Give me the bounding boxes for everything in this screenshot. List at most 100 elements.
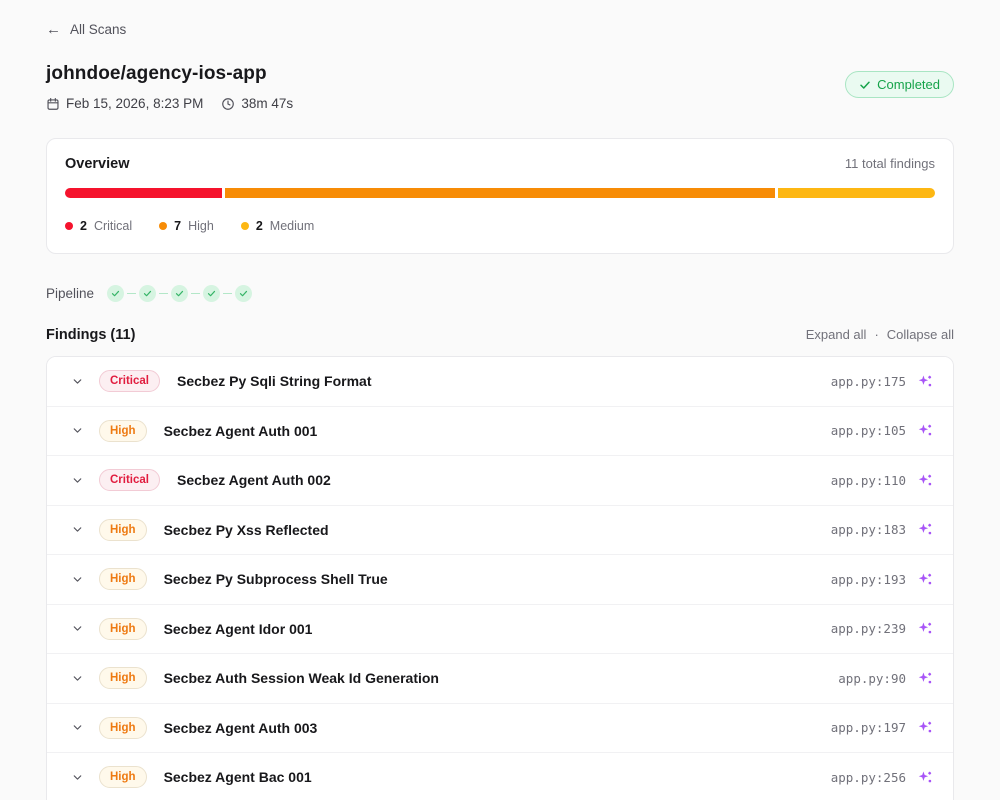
ai-sparkle-icon[interactable]: [918, 572, 933, 587]
critical-dot-icon: [65, 222, 73, 230]
severity-badge: High: [99, 420, 147, 442]
finding-title: Secbez Agent Bac 001: [164, 769, 831, 785]
high-count: 7: [174, 219, 181, 233]
pipeline-step-check-icon: [139, 285, 156, 302]
pipeline-connector: [191, 293, 200, 294]
severity-badge: High: [99, 766, 147, 788]
finding-location: app.py:90: [838, 671, 906, 686]
severity-bar-segment-high: [225, 188, 775, 198]
high-dot-icon: [159, 222, 167, 230]
page-title: johndoe/agency-ios-app: [46, 63, 293, 85]
chevron-down-icon[interactable]: [71, 523, 84, 536]
severity-legend: 2 Critical 7 High 2 Medium: [65, 219, 935, 233]
findings-list: Critical Secbez Py Sqli String Format ap…: [46, 356, 954, 800]
finding-location: app.py:175: [831, 374, 906, 389]
chevron-down-icon[interactable]: [71, 771, 84, 784]
chevron-down-icon[interactable]: [71, 573, 84, 586]
finding-location: app.py:197: [831, 720, 906, 735]
ai-sparkle-icon[interactable]: [918, 473, 933, 488]
severity-badge: High: [99, 618, 147, 640]
pipeline-row: Pipeline: [46, 285, 954, 302]
finding-location: app.py:193: [831, 572, 906, 587]
high-label: High: [188, 219, 214, 233]
total-findings-label: 11 total findings: [845, 156, 935, 171]
findings-actions: Expand all · Collapse all: [806, 327, 954, 342]
ai-sparkle-icon[interactable]: [918, 522, 933, 537]
scan-duration: 38m 47s: [221, 96, 293, 111]
chevron-down-icon[interactable]: [71, 474, 84, 487]
severity-bar-segment-medium: [778, 188, 935, 198]
ai-sparkle-icon[interactable]: [918, 423, 933, 438]
pipeline-step-check-icon: [171, 285, 188, 302]
scan-header: johndoe/agency-ios-app Feb 15, 2026, 8:2…: [46, 63, 954, 111]
finding-title: Secbez Py Xss Reflected: [164, 522, 831, 538]
critical-count: 2: [80, 219, 87, 233]
scan-meta: Feb 15, 2026, 8:23 PM 38m 47s: [46, 96, 293, 111]
finding-location: app.py:256: [831, 770, 906, 785]
ai-sparkle-icon[interactable]: [918, 770, 933, 785]
overview-title: Overview: [65, 156, 130, 172]
overview-card: Overview 11 total findings 2 Critical 7 …: [46, 138, 954, 254]
overview-header: Overview 11 total findings: [65, 156, 935, 172]
ai-sparkle-icon[interactable]: [918, 720, 933, 735]
finding-location: app.py:239: [831, 621, 906, 636]
pipeline-step-check-icon: [235, 285, 252, 302]
pipeline-connector: [159, 293, 168, 294]
pipeline-step-check-icon: [203, 285, 220, 302]
finding-row[interactable]: High Secbez Agent Bac 001 app.py:256: [47, 753, 953, 800]
findings-title: Findings (11): [46, 327, 135, 343]
finding-location: app.py:183: [831, 522, 906, 537]
legend-item-critical: 2 Critical: [65, 219, 132, 233]
pipeline-steps: [107, 285, 252, 302]
critical-label: Critical: [94, 219, 132, 233]
chevron-down-icon[interactable]: [71, 424, 84, 437]
finding-row[interactable]: High Secbez Agent Auth 003 app.py:197: [47, 704, 953, 754]
finding-title: Secbez Agent Auth 002: [177, 472, 831, 488]
chevron-down-icon[interactable]: [71, 672, 84, 685]
finding-title: Secbez Agent Idor 001: [164, 621, 831, 637]
finding-row[interactable]: High Secbez Agent Auth 001 app.py:105: [47, 407, 953, 457]
scan-title-block: johndoe/agency-ios-app Feb 15, 2026, 8:2…: [46, 63, 293, 111]
severity-badge: High: [99, 717, 147, 739]
ai-sparkle-icon[interactable]: [918, 374, 933, 389]
scan-date: Feb 15, 2026, 8:23 PM: [46, 96, 203, 111]
severity-badge: Critical: [99, 469, 160, 491]
ai-sparkle-icon[interactable]: [918, 621, 933, 636]
finding-title: Secbez Py Subprocess Shell True: [164, 571, 831, 587]
severity-badge: Critical: [99, 370, 160, 392]
severity-badge: High: [99, 519, 147, 541]
scan-duration-text: 38m 47s: [241, 96, 293, 111]
calendar-icon: [46, 97, 60, 111]
finding-row[interactable]: High Secbez Py Xss Reflected app.py:183: [47, 506, 953, 556]
severity-distribution-bar: [65, 188, 935, 198]
medium-count: 2: [256, 219, 263, 233]
back-link-label: All Scans: [70, 22, 126, 37]
pipeline-label: Pipeline: [46, 286, 94, 301]
chevron-down-icon[interactable]: [71, 622, 84, 635]
expand-all-link[interactable]: Expand all: [806, 327, 867, 342]
collapse-all-link[interactable]: Collapse all: [887, 327, 954, 342]
chevron-down-icon[interactable]: [71, 375, 84, 388]
findings-header: Findings (11) Expand all · Collapse all: [46, 327, 954, 343]
check-icon: [859, 79, 871, 91]
ai-sparkle-icon[interactable]: [918, 671, 933, 686]
finding-row[interactable]: High Secbez Py Subprocess Shell True app…: [47, 555, 953, 605]
pipeline-connector: [223, 293, 232, 294]
finding-row[interactable]: Critical Secbez Agent Auth 002 app.py:11…: [47, 456, 953, 506]
finding-location: app.py:110: [831, 473, 906, 488]
medium-dot-icon: [241, 222, 249, 230]
severity-badge: High: [99, 568, 147, 590]
finding-title: Secbez Py Sqli String Format: [177, 373, 831, 389]
finding-row[interactable]: High Secbez Auth Session Weak Id Generat…: [47, 654, 953, 704]
legend-item-medium: 2 Medium: [241, 219, 314, 233]
scan-date-text: Feb 15, 2026, 8:23 PM: [66, 96, 203, 111]
finding-location: app.py:105: [831, 423, 906, 438]
chevron-down-icon[interactable]: [71, 721, 84, 734]
medium-label: Medium: [270, 219, 314, 233]
back-to-all-scans-link[interactable]: ← All Scans: [46, 21, 954, 38]
finding-row[interactable]: Critical Secbez Py Sqli String Format ap…: [47, 357, 953, 407]
finding-title: Secbez Auth Session Weak Id Generation: [164, 670, 839, 686]
status-badge-label: Completed: [877, 77, 940, 92]
finding-row[interactable]: High Secbez Agent Idor 001 app.py:239: [47, 605, 953, 655]
severity-badge: High: [99, 667, 147, 689]
